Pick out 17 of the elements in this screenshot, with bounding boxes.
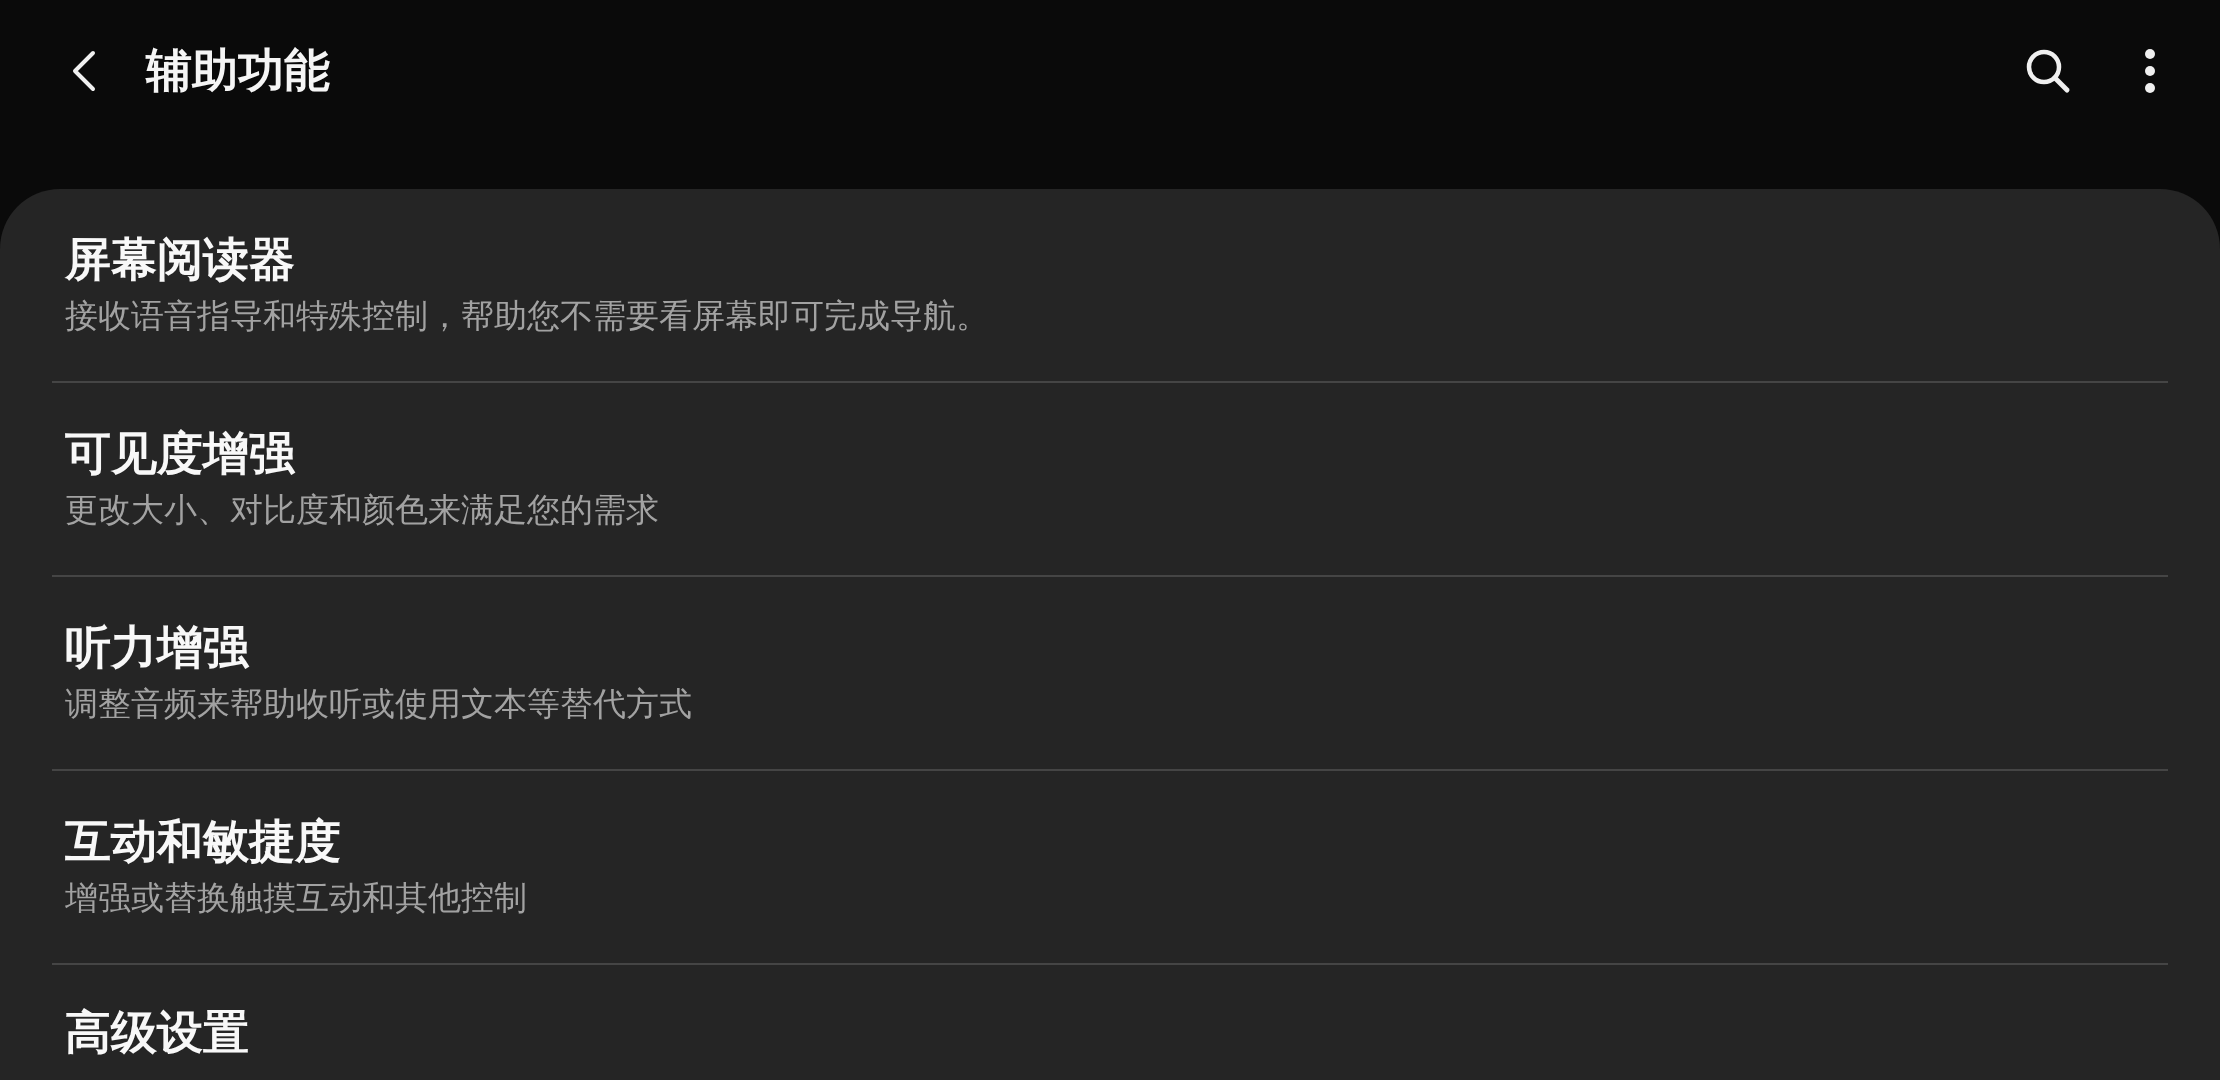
item-description: 调整音频来帮助收听或使用文本等替代方式 (65, 683, 692, 726)
settings-item[interactable]: 听力增强 调整音频来帮助收听或使用文本等替代方式 (52, 577, 2168, 771)
settings-item[interactable]: 屏幕阅读器 接收语音指导和特殊控制，帮助您不需要看屏幕即可完成导航。 (52, 189, 2168, 383)
item-title: 高级设置 (65, 1005, 249, 1061)
item-description: 增强或替换触摸互动和其他控制 (65, 877, 527, 920)
item-title: 屏幕阅读器 (65, 231, 295, 288)
item-title: 互动和敏捷度 (65, 813, 341, 870)
page-title: 辅助功能 (146, 42, 331, 99)
item-title: 可见度增强 (65, 425, 295, 482)
more-options-icon (2144, 48, 2156, 94)
settings-item[interactable]: 互动和敏捷度 增强或替换触摸互动和其他控制 (52, 771, 2168, 965)
settings-item[interactable]: 高级设置 (52, 965, 2168, 1080)
search-icon (2024, 47, 2072, 95)
settings-item[interactable]: 可见度增强 更改大小、对比度和颜色来满足您的需求 (52, 383, 2168, 577)
item-title: 听力增强 (65, 619, 249, 676)
item-description: 更改大小、对比度和颜色来满足您的需求 (65, 489, 659, 532)
item-description: 接收语音指导和特殊控制，帮助您不需要看屏幕即可完成导航。 (65, 295, 989, 338)
